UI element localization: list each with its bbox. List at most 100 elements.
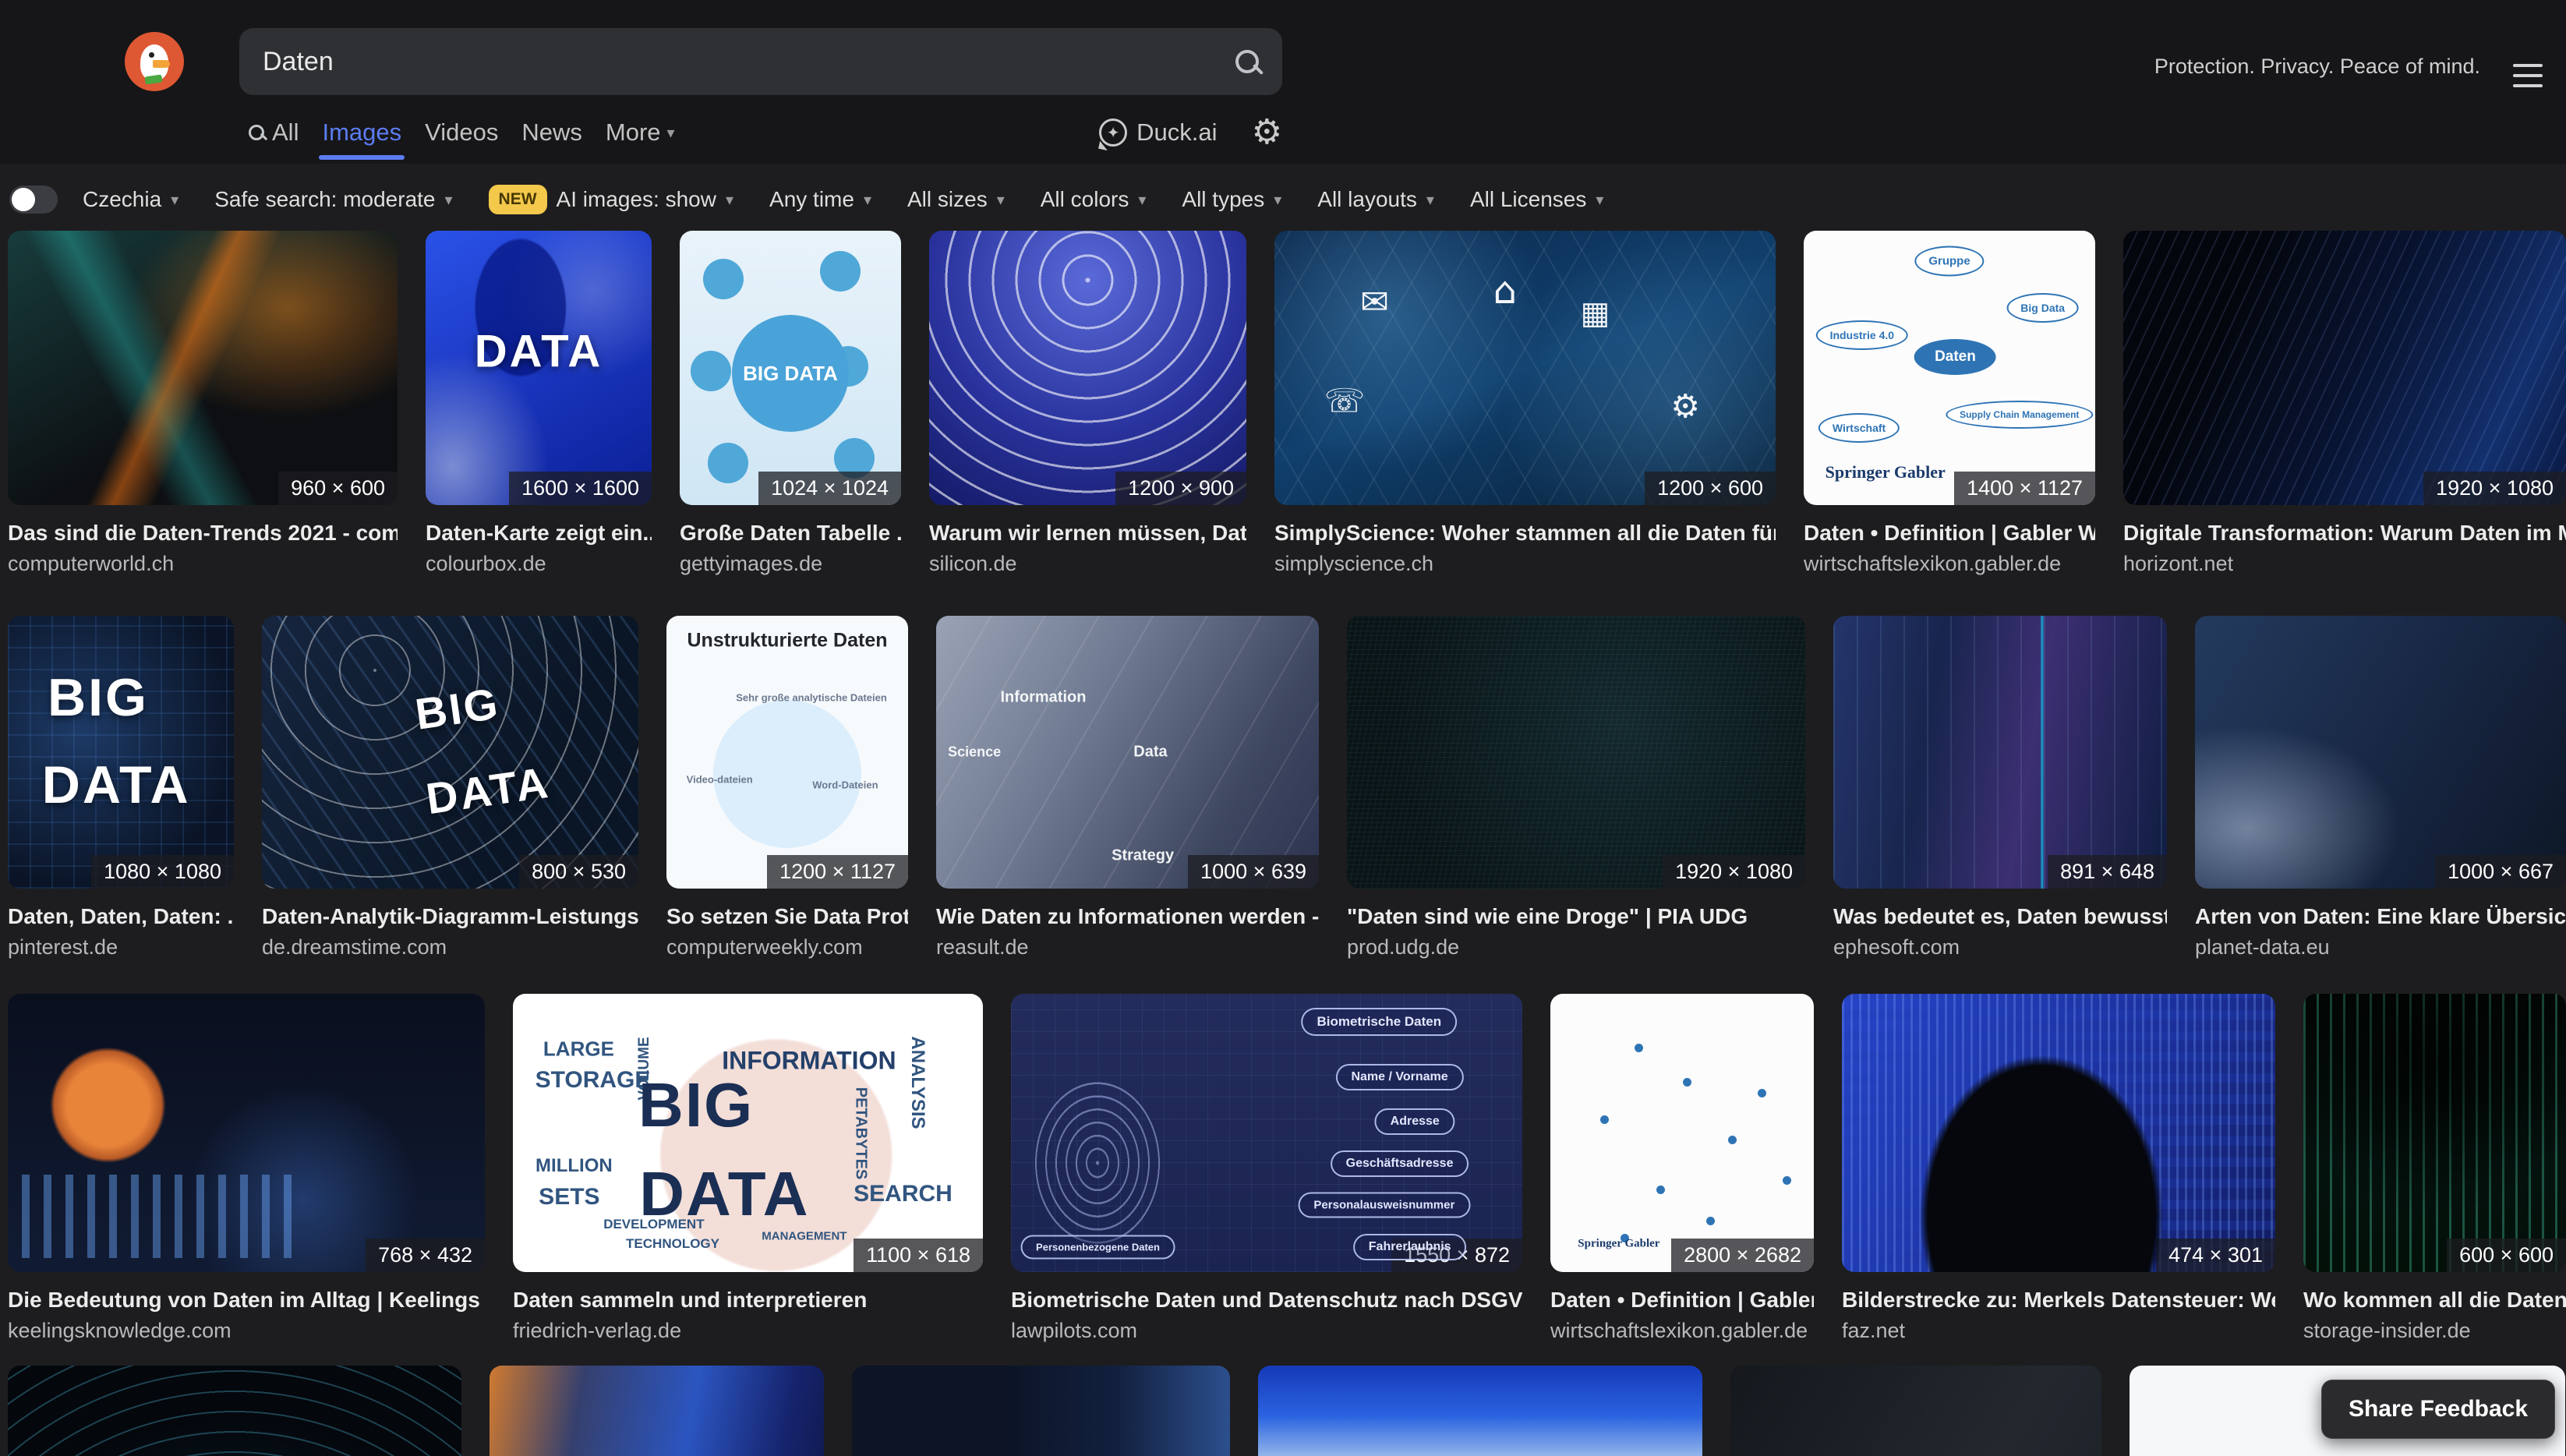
result-thumbnail[interactable]: 600 × 600 bbox=[2303, 994, 2566, 1272]
result-thumbnail[interactable]: 1200 × 900 bbox=[929, 231, 1246, 505]
filter-czechia[interactable]: Czechia▾ bbox=[83, 187, 178, 212]
result-title[interactable]: Biometrische Daten und Datenschutz nach … bbox=[1011, 1288, 1522, 1313]
result-domain[interactable]: storage-insider.de bbox=[2303, 1319, 2566, 1343]
image-result[interactable]: BIGDATA1080 × 1080 Daten, Daten, Daten: .… bbox=[8, 616, 234, 959]
menu-icon[interactable] bbox=[2513, 64, 2543, 87]
result-thumbnail[interactable] bbox=[490, 1366, 824, 1456]
result-domain[interactable]: keelingsknowledge.com bbox=[8, 1319, 485, 1343]
result-title[interactable]: SimplyScience: Woher stammen all die Dat… bbox=[1274, 521, 1776, 546]
tab-news[interactable]: News bbox=[521, 118, 582, 147]
result-title[interactable]: Daten-Analytik-Diagramm-Leistungs-... bbox=[262, 904, 638, 929]
result-domain[interactable]: de.dreamstime.com bbox=[262, 935, 638, 959]
image-result[interactable]: 600 × 600Wo kommen all die Daten ...stor… bbox=[2303, 994, 2566, 1343]
result-domain[interactable]: wirtschaftslexikon.gabler.de bbox=[1804, 552, 2095, 576]
result-thumbnail[interactable] bbox=[1730, 1366, 2101, 1456]
settings-gear-icon[interactable]: ⚙ bbox=[1252, 115, 1282, 150]
image-result[interactable]: 474 × 301 Bilderstrecke zu: Merkels Daten… bbox=[1842, 994, 2275, 1343]
image-result[interactable]: Biometrische DatenName / VornameAdresseG… bbox=[1011, 994, 1522, 1343]
search-input[interactable] bbox=[263, 47, 1235, 77]
filter-safe-search-moderate[interactable]: Safe search: moderate▾ bbox=[214, 187, 452, 212]
image-result[interactable]: GruppeIndustrie 4.0Big DataDatenWirtscha… bbox=[1804, 231, 2095, 576]
result-thumbnail[interactable]: 1000 × 667 bbox=[2195, 616, 2566, 889]
result-domain[interactable]: faz.net bbox=[1842, 1319, 2275, 1343]
result-title[interactable]: Wie Daten zu Informationen werden - R... bbox=[936, 904, 1319, 929]
result-thumbnail[interactable]: Unstrukturierte DatenSehr große analytis… bbox=[666, 616, 908, 889]
image-result[interactable] bbox=[1730, 1366, 2101, 1456]
result-domain[interactable]: simplyscience.ch bbox=[1274, 552, 1776, 576]
result-title[interactable]: Das sind die Daten-Trends 2021 - comp... bbox=[8, 521, 398, 546]
image-result[interactable]: BIG DATA1024 × 1024Große Daten Tabelle .… bbox=[680, 231, 901, 576]
search-icon[interactable] bbox=[1235, 50, 1259, 73]
result-thumbnail[interactable]: BIG DATA1024 × 1024 bbox=[680, 231, 901, 505]
search-bar[interactable] bbox=[239, 28, 1282, 95]
image-result[interactable]: 891 × 648 Was bedeutet es, Daten bewusst … bbox=[1833, 616, 2167, 959]
result-domain[interactable]: pinterest.de bbox=[8, 935, 234, 959]
result-thumbnail[interactable]: ✉⌂▦☏⚙1200 × 600 bbox=[1274, 231, 1776, 505]
result-title[interactable]: Daten sammeln und interpretieren bbox=[513, 1288, 983, 1313]
image-result[interactable]: DATA1600 × 1600 Daten-Karte zeigt ein... c… bbox=[426, 231, 652, 576]
result-domain[interactable]: computerweekly.com bbox=[666, 935, 908, 959]
result-domain[interactable]: ephesoft.com bbox=[1833, 935, 2167, 959]
result-thumbnail[interactable]: Springer Gabler2800 × 2682 bbox=[1550, 994, 1814, 1272]
result-thumbnail[interactable]: 768 × 432 bbox=[8, 994, 485, 1272]
image-result[interactable] bbox=[852, 1366, 1230, 1456]
image-result[interactable]: 768 × 432 Die Bedeutung von Daten im Allt… bbox=[8, 994, 485, 1343]
result-thumbnail[interactable]: 891 × 648 bbox=[1833, 616, 2167, 889]
result-thumbnail[interactable]: 960 × 600 bbox=[8, 231, 398, 505]
image-result[interactable]: 1200 × 900 Warum wir lernen müssen, Date.… bbox=[929, 231, 1246, 576]
image-result[interactable]: Unstrukturierte DatenSehr große analytis… bbox=[666, 616, 908, 959]
image-result[interactable]: BIGDATA800 × 530Daten-Analytik-Diagramm-… bbox=[262, 616, 638, 959]
result-thumbnail[interactable]: 1920 × 1080 bbox=[2123, 231, 2566, 505]
duckai-button[interactable]: ✦ Duck.ai bbox=[1099, 118, 1217, 147]
tab-videos[interactable]: Videos bbox=[425, 118, 498, 147]
result-thumbnail[interactable]: GruppeIndustrie 4.0Big DataDatenWirtscha… bbox=[1804, 231, 2095, 505]
image-result[interactable]: ✉⌂▦☏⚙1200 × 600 SimplyScience: Woher stam… bbox=[1274, 231, 1776, 576]
result-title[interactable]: Warum wir lernen müssen, Date... bbox=[929, 521, 1246, 546]
image-result[interactable]: 960 × 600 Das sind die Daten-Trends 2021 … bbox=[8, 231, 398, 576]
result-domain[interactable]: computerworld.ch bbox=[8, 552, 398, 576]
image-result[interactable]: 1920 × 1080Digitale Transformation: Waru… bbox=[2123, 231, 2566, 576]
result-thumbnail[interactable] bbox=[852, 1366, 1230, 1456]
result-domain[interactable]: silicon.de bbox=[929, 552, 1246, 576]
image-result[interactable]: LARGESTORAGEVOLUMEMILLIONSETSBIGDATAINFO… bbox=[513, 994, 983, 1343]
image-result[interactable] bbox=[1258, 1366, 1702, 1456]
result-thumbnail[interactable]: 1920 × 1080 bbox=[1347, 616, 1805, 889]
duckduckgo-logo[interactable] bbox=[125, 32, 184, 91]
tab-more[interactable]: More▾ bbox=[606, 118, 675, 147]
filter-all-types[interactable]: All types▾ bbox=[1182, 187, 1281, 212]
tab-images[interactable]: Images bbox=[322, 118, 401, 147]
result-thumbnail[interactable] bbox=[1258, 1366, 1702, 1456]
result-title[interactable]: Daten • Definition | Gabler ... bbox=[1550, 1288, 1814, 1313]
result-domain[interactable]: reasult.de bbox=[936, 935, 1319, 959]
filter-all-colors[interactable]: All colors▾ bbox=[1041, 187, 1147, 212]
result-domain[interactable]: prod.udg.de bbox=[1347, 935, 1805, 959]
result-title[interactable]: So setzen Sie Data Prot... bbox=[666, 904, 908, 929]
filter-ai-images-show[interactable]: NEWAI images: show▾ bbox=[489, 185, 733, 214]
filter-all-layouts[interactable]: All layouts▾ bbox=[1317, 187, 1434, 212]
result-title[interactable]: Die Bedeutung von Daten im Alltag | Keel… bbox=[8, 1288, 485, 1313]
tab-all[interactable]: All bbox=[249, 118, 299, 147]
filter-all-sizes[interactable]: All sizes▾ bbox=[907, 187, 1005, 212]
image-result[interactable]: 1000 × 667Arten von Daten: Eine klare Üb… bbox=[2195, 616, 2566, 959]
result-domain[interactable]: wirtschaftslexikon.gabler.de bbox=[1550, 1319, 1814, 1343]
result-title[interactable]: Daten-Karte zeigt ein... bbox=[426, 521, 652, 546]
result-title[interactable]: Was bedeutet es, Daten bewusst ... bbox=[1833, 904, 2167, 929]
result-domain[interactable]: horizont.net bbox=[2123, 552, 2566, 576]
result-thumbnail[interactable]: DATA1600 × 1600 bbox=[426, 231, 652, 505]
result-thumbnail[interactable]: 474 × 301 bbox=[1842, 994, 2275, 1272]
result-domain[interactable]: gettyimages.de bbox=[680, 552, 901, 576]
image-result[interactable]: Springer Gabler2800 × 2682 Daten • Defini… bbox=[1550, 994, 1814, 1343]
result-domain[interactable]: friedrich-verlag.de bbox=[513, 1319, 983, 1343]
result-title[interactable]: Daten, Daten, Daten: ... bbox=[8, 904, 234, 929]
filters-toggle[interactable] bbox=[9, 186, 58, 214]
result-title[interactable]: Bilderstrecke zu: Merkels Datensteuer: W… bbox=[1842, 1288, 2275, 1313]
result-domain[interactable]: colourbox.de bbox=[426, 552, 652, 576]
result-thumbnail[interactable] bbox=[8, 1366, 461, 1456]
result-thumbnail[interactable]: BIGDATA1080 × 1080 bbox=[8, 616, 234, 889]
result-domain[interactable]: planet-data.eu bbox=[2195, 935, 2566, 959]
filter-any-time[interactable]: Any time▾ bbox=[769, 187, 871, 212]
image-result[interactable] bbox=[490, 1366, 824, 1456]
result-title[interactable]: "Daten sind wie eine Droge" | PIA UDG bbox=[1347, 904, 1805, 929]
result-domain[interactable]: lawpilots.com bbox=[1011, 1319, 1522, 1343]
filter-all-licenses[interactable]: All Licenses▾ bbox=[1470, 187, 1603, 212]
